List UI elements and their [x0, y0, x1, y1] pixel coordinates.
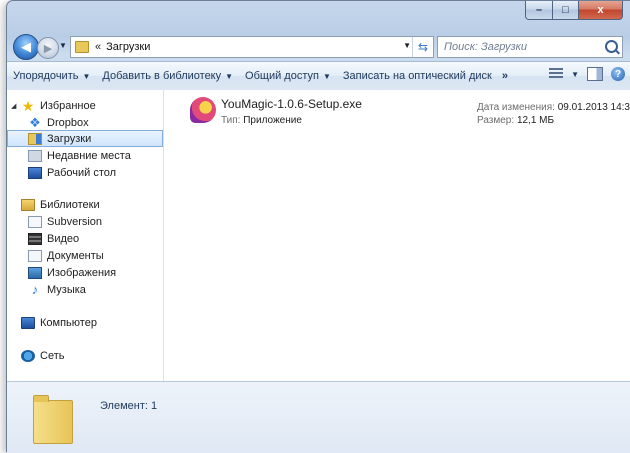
sidebar-item-label: Видео [47, 232, 80, 245]
file-type-value: Приложение [243, 115, 302, 126]
forward-button[interactable]: ▶ [37, 37, 59, 59]
collapse-icon[interactable]: ◢ [11, 102, 19, 110]
path-overflow[interactable]: « [95, 41, 101, 53]
share-label: Общий доступ [245, 70, 319, 82]
library-doc-icon [28, 215, 42, 228]
sidebar-item-video[interactable]: Видео [7, 230, 184, 247]
preview-pane-icon[interactable] [587, 67, 603, 81]
minimize-button[interactable]: – [525, 1, 553, 20]
youmagic-app-icon [190, 97, 216, 123]
chevron-down-icon: ▼ [322, 72, 331, 81]
sidebar-item-subversion[interactable]: Subversion [7, 213, 184, 230]
address-bar[interactable]: « Загрузки ▼ ⇆ [70, 36, 434, 58]
burn-label: Записать на оптический диск [342, 70, 492, 82]
file-type: Тип: Приложение [221, 115, 302, 126]
sidebar-item-label: Документы [47, 249, 104, 262]
navigation-pane[interactable]: ◢ ★ Избранное ❖ Dropbox Загрузки Недавни… [7, 90, 164, 381]
maximize-button[interactable]: □ [553, 1, 579, 20]
file-date-modified: Дата изменения: 09.01.2013 14:37 [477, 102, 630, 113]
organize-label: Упорядочить [13, 70, 79, 82]
search-icon[interactable] [605, 40, 618, 53]
libraries-icon [21, 198, 35, 211]
sidebar-item-label: Сеть [40, 349, 65, 362]
sidebar-item-label: Изображения [47, 266, 117, 279]
arrow-left-icon: ◀ [21, 39, 31, 54]
navigation-bar: ◀ ▶ ▼ « Загрузки ▼ ⇆ Поиск: Загрузки [7, 29, 630, 61]
file-item[interactable]: YouMagic-1.0.6-Setup.exe Тип: Приложение… [190, 95, 630, 129]
file-size: Размер: 12,1 МБ [477, 115, 554, 126]
change-view-icon[interactable] [549, 68, 564, 80]
details-pane: Элемент: 1 [7, 381, 630, 453]
refresh-icon: ⇆ [417, 40, 429, 54]
organize-button[interactable]: Упорядочить ▼ [7, 70, 96, 82]
close-button[interactable]: x [579, 1, 623, 20]
sidebar-item-label: Недавние места [47, 149, 131, 162]
sidebar-item-label: Музыка [47, 283, 86, 296]
file-name: YouMagic-1.0.6-Setup.exe [221, 97, 362, 111]
desktop-icon [28, 166, 42, 179]
music-icon: ♪ [31, 281, 39, 297]
back-button[interactable]: ◀ [13, 34, 39, 60]
dropbox-icon: ❖ [29, 114, 41, 130]
arrow-right-icon: ▶ [43, 42, 53, 55]
sidebar-item-label: Загрузки [47, 132, 92, 145]
video-icon [28, 232, 42, 245]
sidebar-item-label: Библиотеки [40, 198, 100, 211]
folder-icon [75, 41, 89, 53]
images-icon [28, 266, 42, 279]
burn-button[interactable]: Записать на оптический диск [337, 70, 498, 82]
explorer-window: – □ x ◀ ▶ ▼ « Загрузки ▼ ⇆ Поиск: Загруз… [6, 0, 630, 453]
sidebar-item-label: Компьютер [40, 316, 97, 329]
file-size-value: 12,1 МБ [516, 115, 555, 126]
file-date-label: Дата изменения: [477, 102, 555, 113]
folder-icon [33, 395, 73, 444]
chevron-down-icon: ▼ [225, 72, 234, 81]
sidebar-item-network[interactable]: Сеть [7, 347, 177, 364]
share-button[interactable]: Общий доступ ▼ [239, 70, 337, 82]
add-to-library-button[interactable]: Добавить в библиотеку ▼ [96, 70, 239, 82]
sidebar-item-favorites[interactable]: ◢ ★ Избранное [7, 97, 163, 114]
chevron-down-icon: ▼ [82, 72, 91, 81]
downloads-folder-icon [28, 132, 42, 145]
star-icon: ★ [21, 97, 35, 114]
search-box[interactable]: Поиск: Загрузки [437, 36, 623, 58]
sidebar-item-downloads[interactable]: Загрузки [7, 130, 163, 147]
sidebar-item-images[interactable]: Изображения [7, 264, 184, 281]
command-bar: Упорядочить ▼ Добавить в библиотеку ▼ Общи… [7, 61, 630, 91]
sidebar-item-desktop[interactable]: Рабочий стол [7, 164, 184, 181]
file-type-label: Тип: [221, 115, 241, 126]
sidebar-item-documents[interactable]: Документы [7, 247, 184, 264]
documents-icon [28, 249, 42, 262]
more-commands-button[interactable]: » [498, 70, 512, 82]
sidebar-item-label: Subversion [47, 215, 103, 228]
sidebar-item-label: Dropbox [47, 116, 89, 129]
sidebar-item-label: Избранное [40, 99, 96, 112]
search-input[interactable]: Поиск: Загрузки [444, 41, 527, 53]
sidebar-item-label: Рабочий стол [47, 166, 117, 179]
item-count: Элемент: 1 [100, 400, 158, 412]
history-dropdown-icon[interactable]: ▼ [59, 41, 67, 50]
recent-places-icon [28, 149, 42, 162]
file-size-label: Размер: [477, 115, 515, 126]
address-crumb-downloads[interactable]: Загрузки [106, 41, 150, 53]
content-area: ◢ ★ Избранное ❖ Dropbox Загрузки Недавни… [7, 90, 630, 381]
sidebar-item-libraries[interactable]: Библиотеки [7, 196, 177, 213]
address-dropdown-icon[interactable]: ▼ [403, 41, 411, 50]
sidebar-item-dropbox[interactable]: ❖ Dropbox [7, 114, 184, 131]
sidebar-item-music[interactable]: ♪ Музыка [7, 281, 184, 298]
window-controls: – □ x [525, 1, 623, 20]
network-icon [21, 349, 35, 362]
file-date-value: 09.01.2013 14:37 [557, 102, 630, 113]
computer-icon [21, 316, 35, 329]
sidebar-item-computer[interactable]: Компьютер [7, 314, 177, 331]
view-tools: ▼ ? [549, 67, 625, 81]
refresh-button[interactable]: ⇆ [412, 37, 433, 57]
sidebar-item-recent-places[interactable]: Недавние места [7, 147, 184, 164]
chevron-down-icon[interactable]: ▼ [571, 70, 579, 79]
add-to-library-label: Добавить в библиотеку [102, 70, 222, 82]
help-icon[interactable]: ? [611, 67, 625, 81]
